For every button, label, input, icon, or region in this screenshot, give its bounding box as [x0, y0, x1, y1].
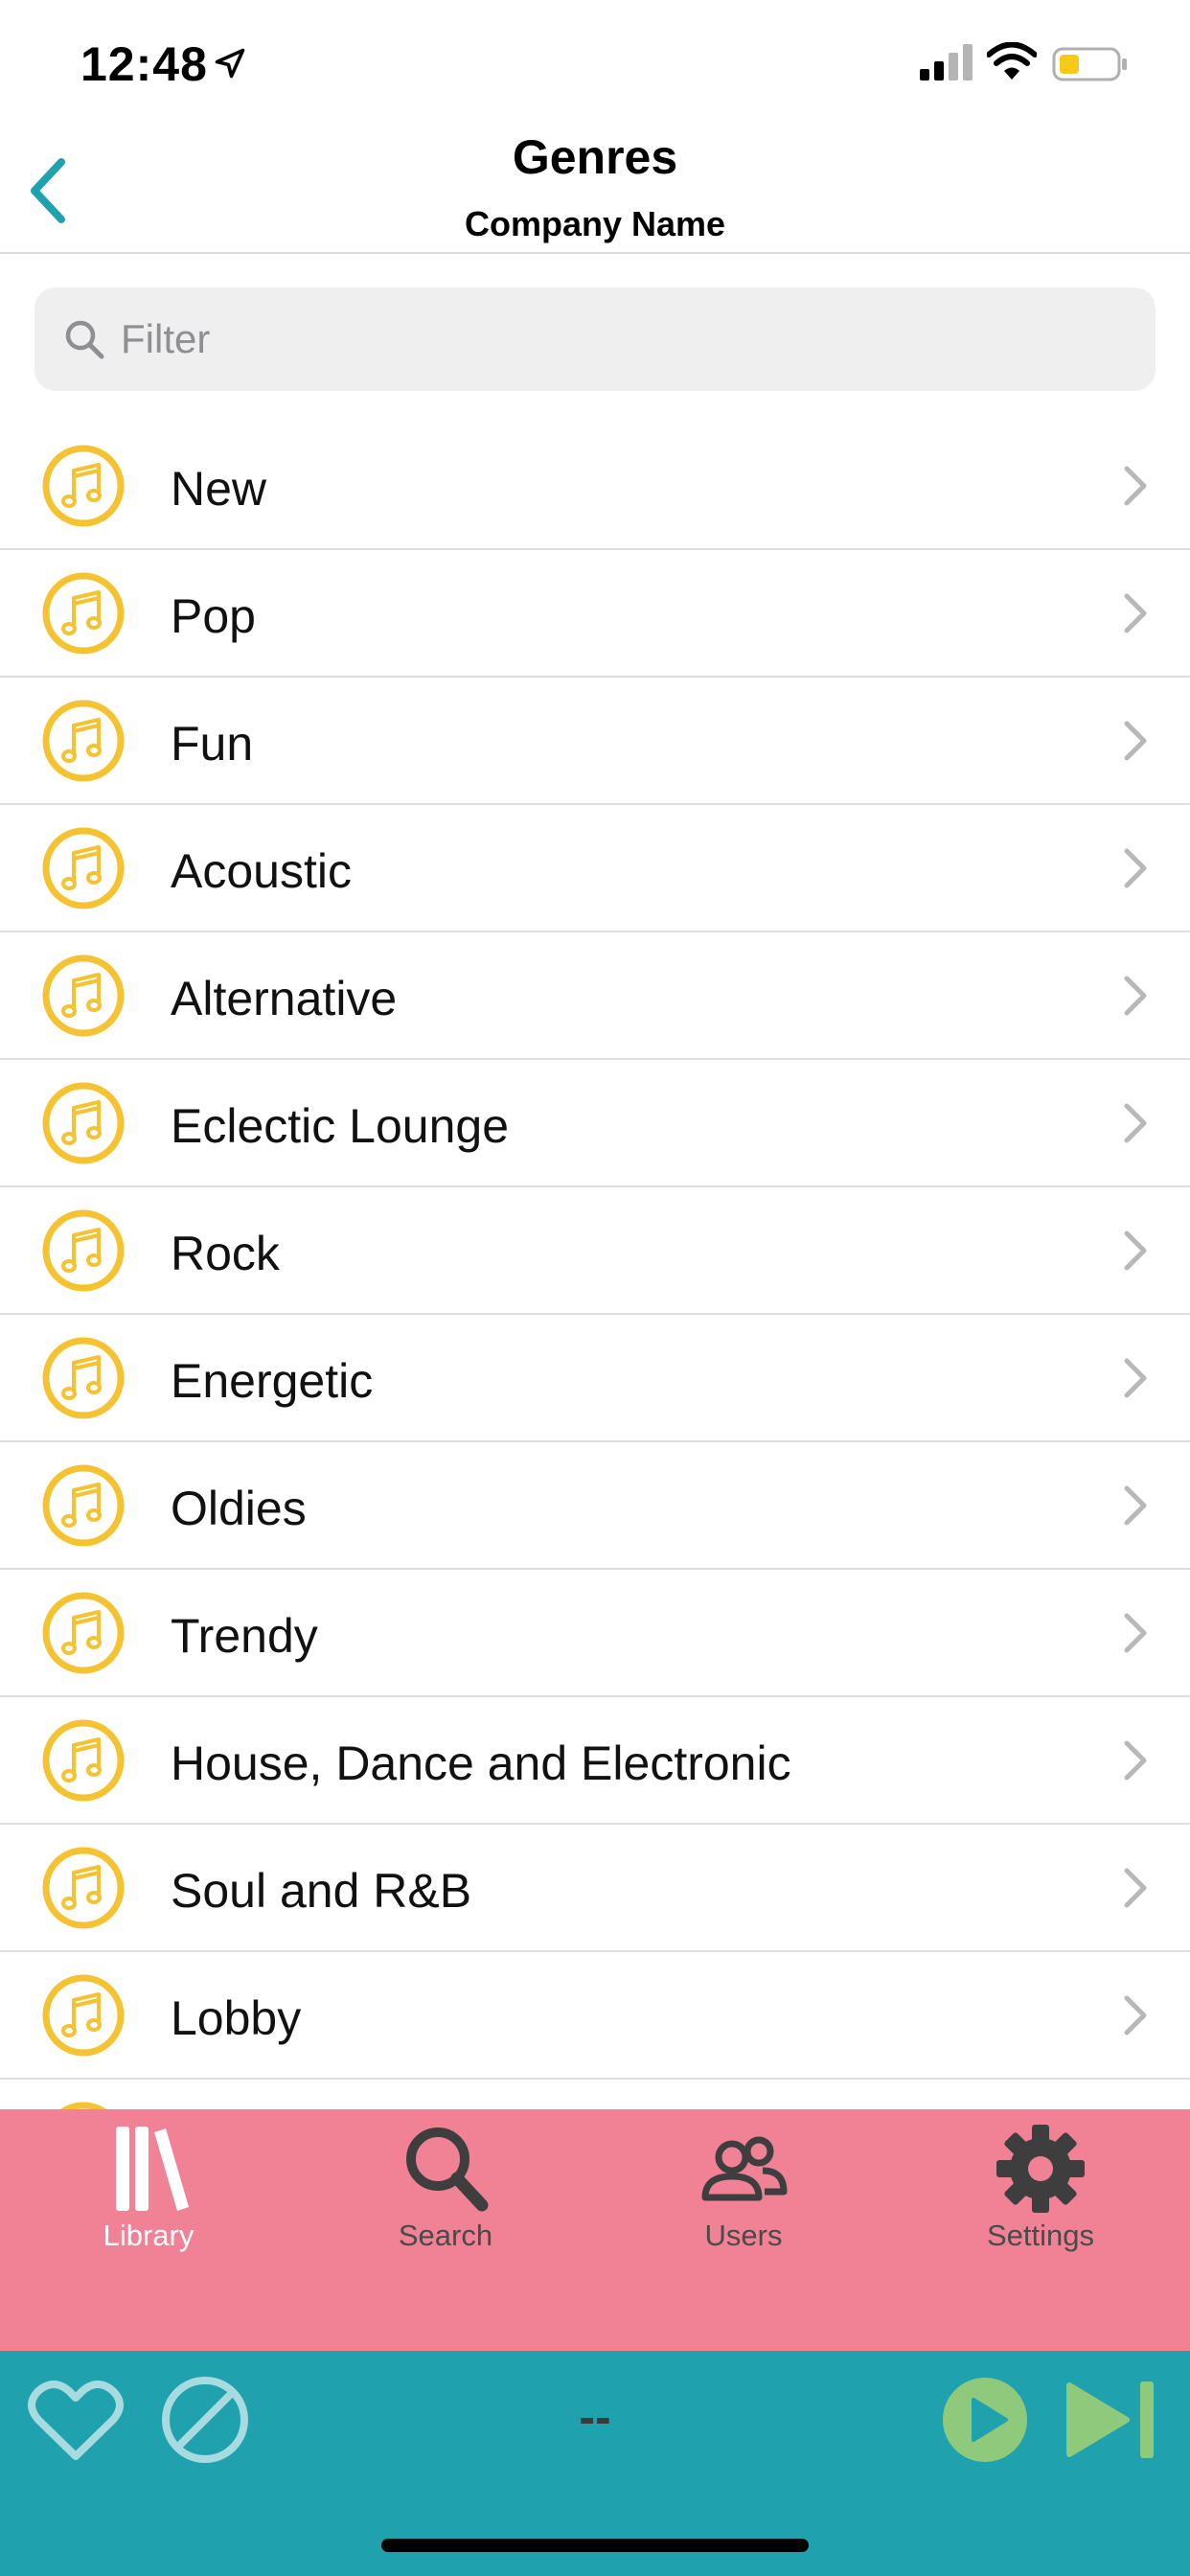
music-note-icon	[42, 700, 125, 782]
chevron-right-icon	[1124, 976, 1147, 1016]
status-time: 12:48	[80, 37, 208, 91]
genre-label: Alternative	[171, 972, 398, 1025]
chevron-right-icon	[1124, 1995, 1147, 2036]
tab-search-label: Search	[398, 2219, 493, 2252]
genre-list-item[interactable]: Fun	[0, 678, 1190, 805]
music-note-icon	[42, 827, 125, 909]
gear-icon	[996, 2125, 1085, 2213]
music-note-icon	[42, 1209, 125, 1292]
genre-label: Lobby	[171, 1991, 302, 2045]
genre-list-item[interactable]: Energetic	[0, 1315, 1190, 1442]
music-note-icon	[42, 1974, 125, 2057]
genre-list-item[interactable]: Oldies	[0, 1442, 1190, 1570]
genre-label: Acoustic	[171, 844, 352, 898]
music-note-icon	[42, 1464, 125, 1547]
music-note-icon	[42, 954, 125, 1037]
chevron-right-icon	[1124, 466, 1147, 506]
genre-list-item[interactable]: Trendy	[0, 1570, 1190, 1697]
music-note-icon	[42, 1592, 125, 1674]
genre-list-item[interactable]: Soul and R&B	[0, 1825, 1190, 1952]
genre-list-item[interactable]: Rock	[0, 1187, 1190, 1315]
chevron-right-icon	[1124, 1103, 1147, 1143]
genre-list-item[interactable]: Pop	[0, 550, 1190, 678]
genre-label: Fun	[171, 717, 254, 770]
genre-list-item[interactable]: Acoustic	[0, 805, 1190, 932]
genre-label: Trendy	[171, 1609, 318, 1663]
genre-label: Energetic	[171, 1354, 374, 1408]
tab-settings[interactable]: Settings	[945, 2121, 1136, 2265]
library-icon	[116, 2127, 189, 2211]
location-arrow-icon	[215, 48, 245, 79]
home-indicator	[381, 2539, 809, 2552]
genre-list-item[interactable]: Alternative	[0, 932, 1190, 1060]
chevron-right-icon	[1124, 848, 1147, 888]
nav-header: Genres Company Name	[0, 129, 1190, 254]
tab-users-label: Users	[704, 2219, 783, 2252]
page-subtitle: Company Name	[464, 204, 726, 243]
music-note-icon	[42, 1847, 125, 1929]
genre-list-item[interactable]: Eclectic Lounge	[0, 1060, 1190, 1187]
genre-label: Eclectic Lounge	[171, 1099, 510, 1153]
music-note-icon	[42, 1337, 125, 1419]
genre-label: House, Dance and Electronic	[171, 1736, 791, 1790]
tab-library[interactable]: Library	[53, 2121, 244, 2265]
chevron-right-icon	[1124, 721, 1147, 761]
status-bar: 12:48	[0, 0, 1190, 129]
genre-list-item[interactable]: House, Dance and Electronic	[0, 1697, 1190, 1825]
chevron-right-icon	[1124, 593, 1147, 633]
filter-search-bar[interactable]	[34, 288, 1156, 391]
wifi-icon	[987, 42, 1037, 80]
genre-label: New	[171, 462, 267, 516]
search-icon	[65, 320, 104, 359]
genre-list-item[interactable]: New	[0, 423, 1190, 550]
tab-library-label: Library	[103, 2219, 195, 2252]
chevron-right-icon	[1124, 1230, 1147, 1271]
genre-list-item[interactable]: Lobby	[0, 1952, 1190, 2080]
chevron-right-icon	[1124, 1485, 1147, 1526]
tab-search[interactable]: Search	[350, 2121, 541, 2265]
music-note-icon	[42, 572, 125, 655]
genre-list-item-partial[interactable]	[0, 2080, 1190, 2109]
music-note-icon	[42, 1082, 125, 1164]
genre-label: Soul and R&B	[171, 1864, 472, 1918]
tab-settings-label: Settings	[986, 2219, 1094, 2252]
filter-input[interactable]	[121, 288, 1127, 391]
genre-label: Oldies	[171, 1482, 307, 1535]
genre-label: Rock	[171, 1227, 280, 1280]
battery-icon	[1052, 47, 1127, 81]
music-note-icon	[42, 445, 125, 527]
music-note-icon	[59, 2102, 107, 2109]
users-icon	[701, 2136, 788, 2201]
genre-list: New Pop Fun Acoustic Alternative Eclectic Lou…	[0, 423, 1190, 2109]
chevron-right-icon	[1124, 1358, 1147, 1398]
tab-bar: Library Search Users Settings	[0, 2109, 1190, 2351]
skip-next-icon[interactable]	[1064, 2378, 1159, 2462]
tab-users[interactable]: Users	[648, 2121, 839, 2265]
page-title: Genres	[512, 130, 678, 184]
play-icon[interactable]	[939, 2374, 1031, 2466]
chevron-right-icon	[1124, 1740, 1147, 1781]
genre-label: Pop	[171, 589, 256, 643]
cellular-signal-icon	[920, 44, 973, 80]
chevron-right-icon	[1124, 1613, 1147, 1653]
chevron-right-icon	[1124, 1868, 1147, 1908]
music-note-icon	[42, 1719, 125, 1802]
search-icon	[406, 2128, 489, 2212]
